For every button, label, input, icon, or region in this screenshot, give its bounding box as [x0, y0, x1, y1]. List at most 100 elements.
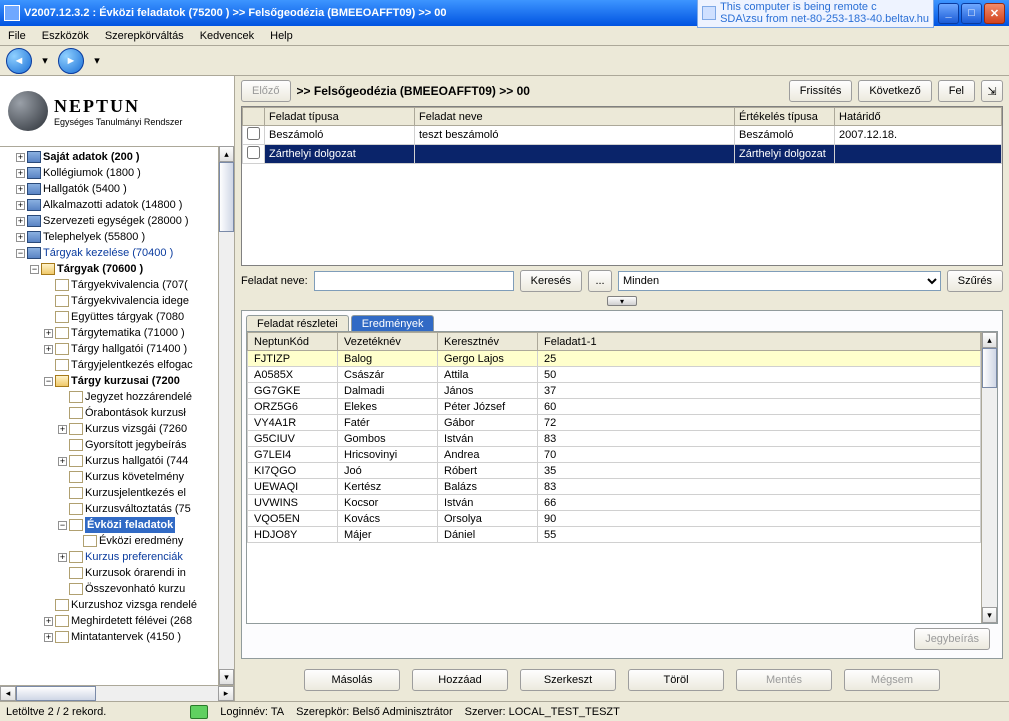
col-header[interactable]: Határidő [835, 108, 1002, 126]
expander-icon[interactable]: + [16, 169, 25, 178]
expander-icon[interactable]: − [58, 521, 67, 530]
cancel-button[interactable]: Mégsem [844, 669, 940, 691]
grade-entry-button[interactable]: Jegybeírás [914, 628, 990, 650]
scroll-up-icon[interactable]: ▴ [219, 146, 234, 162]
table-row[interactable]: ORZ5G6ElekesPéter József60 [248, 399, 981, 415]
expander-icon[interactable]: + [16, 233, 25, 242]
save-button[interactable]: Mentés [736, 669, 832, 691]
tab-results[interactable]: Eredmények [351, 315, 435, 332]
expander-icon[interactable]: + [44, 617, 53, 626]
table-row[interactable]: HDJO8YMájerDániel55 [248, 527, 981, 543]
maximize-button[interactable]: □ [961, 3, 982, 24]
table-row[interactable]: Beszámoló teszt beszámoló Beszámoló 2007… [243, 126, 1002, 145]
expander-icon[interactable]: − [44, 377, 53, 386]
tree-item[interactable]: Alkalmazotti adatok (14800 ) [43, 197, 182, 213]
prev-button[interactable]: Előző [241, 80, 291, 102]
tree-item[interactable]: Kurzushoz vizsga rendelé [71, 597, 197, 613]
back-dropdown[interactable]: ▾ [40, 54, 50, 67]
table-row[interactable]: G7LEI4HricsovinyiAndrea70 [248, 447, 981, 463]
next-button[interactable]: Következő [858, 80, 931, 102]
expander-icon[interactable]: + [16, 201, 25, 210]
expander-icon[interactable]: + [58, 457, 67, 466]
scroll-down-icon[interactable]: ▾ [219, 669, 234, 685]
tree-item[interactable]: Kollégiumok (1800 ) [43, 165, 141, 181]
search-button[interactable]: Keresés [520, 270, 582, 292]
table-row[interactable]: KI7QGOJoóRóbert35 [248, 463, 981, 479]
tree-item[interactable]: Hallgatók (5400 ) [43, 181, 127, 197]
table-row-selected[interactable]: Zárthelyi dolgozat Zárthelyi dolgozat [243, 145, 1002, 164]
scroll-thumb[interactable] [219, 162, 234, 232]
results-vscrollbar[interactable]: ▴ ▾ [981, 332, 997, 623]
nav-tree[interactable]: + Saját adatok (200 ) + Kollégiumok (1800 … [0, 146, 218, 685]
tree-item[interactable]: Jegyzet hozzárendelé [85, 389, 192, 405]
col-checkbox[interactable] [243, 108, 265, 126]
col-header[interactable]: Értékelés típusa [735, 108, 835, 126]
menu-tools[interactable]: Eszközök [38, 28, 93, 44]
expander-icon[interactable]: + [44, 329, 53, 338]
forward-button[interactable]: ► [58, 48, 84, 74]
tree-item[interactable]: Saját adatok (200 ) [43, 149, 140, 165]
table-row[interactable]: GG7GKEDalmadiJános37 [248, 383, 981, 399]
tree-item[interactable]: Évközi eredmény [99, 533, 183, 549]
tree-item[interactable]: Tárgy hallgatói (71400 ) [71, 341, 187, 357]
tree-item[interactable]: Tárgyak kezelése (70400 ) [43, 245, 173, 261]
tree-item[interactable]: Kurzus követelmény [85, 469, 184, 485]
table-row[interactable]: VY4A1RFatérGábor72 [248, 415, 981, 431]
expander-icon[interactable]: − [30, 265, 39, 274]
table-row[interactable]: VQO5ENKovácsOrsolya90 [248, 511, 981, 527]
tree-item[interactable]: Kurzus preferenciák [85, 549, 183, 565]
scroll-right-icon[interactable]: ▸ [218, 686, 234, 701]
scroll-thumb[interactable] [16, 686, 96, 701]
expander-icon[interactable]: + [16, 185, 25, 194]
tree-item[interactable]: Gyorsított jegybeírás [85, 437, 187, 453]
expander-icon[interactable]: + [16, 217, 25, 226]
table-row[interactable]: G5CIUVGombosIstván83 [248, 431, 981, 447]
expander-icon[interactable]: + [44, 633, 53, 642]
col-header[interactable]: Vezetéknév [338, 333, 438, 351]
table-row[interactable]: A0585XCsászárAttila50 [248, 367, 981, 383]
expander-icon[interactable]: + [44, 345, 53, 354]
splitter-handle[interactable]: ▾ [607, 296, 637, 306]
tree-item[interactable]: Tárgyjelentkezés elfogac [71, 357, 193, 373]
back-button[interactable]: ◄ [6, 48, 32, 74]
expander-icon[interactable]: + [58, 425, 67, 434]
tree-hscrollbar[interactable]: ◂ ▸ [0, 685, 234, 701]
col-header[interactable]: Keresztnév [438, 333, 538, 351]
menu-role[interactable]: Szerepkörváltás [101, 28, 188, 44]
edit-button[interactable]: Szerkeszt [520, 669, 616, 691]
search-input[interactable] [314, 271, 514, 291]
tree-item[interactable]: Kurzusjelentkezés el [85, 485, 186, 501]
search-more-button[interactable]: ... [588, 270, 612, 292]
up-button[interactable]: Fel [938, 80, 975, 102]
results-table[interactable]: NeptunKód Vezetéknév Keresztnév Feladat1… [247, 332, 981, 623]
delete-button[interactable]: Töröl [628, 669, 724, 691]
col-header[interactable]: NeptunKód [248, 333, 338, 351]
tree-item[interactable]: Tárgyekvivalencia idege [71, 293, 189, 309]
expander-icon[interactable]: − [16, 249, 25, 258]
refresh-button[interactable]: Frissítés [789, 80, 853, 102]
menu-favorites[interactable]: Kedvencek [196, 28, 258, 44]
tree-item[interactable]: Tárgyak (70600 ) [57, 261, 143, 277]
scroll-thumb[interactable] [982, 348, 997, 388]
expander-icon[interactable]: + [16, 153, 25, 162]
row-checkbox[interactable] [247, 127, 260, 140]
tree-item[interactable]: Telephelyek (55800 ) [43, 229, 145, 245]
tree-item[interactable]: Kurzusváltoztatás (75 [85, 501, 191, 517]
tree-item[interactable]: Kurzus hallgatói (744 [85, 453, 188, 469]
tree-item[interactable]: Meghirdetett félévei (268 [71, 613, 192, 629]
row-checkbox[interactable] [247, 146, 260, 159]
tree-item[interactable]: Mintatantervek (4150 ) [71, 629, 181, 645]
table-row[interactable]: UEWAQIKertészBalázs83 [248, 479, 981, 495]
tab-details[interactable]: Feladat részletei [246, 315, 349, 332]
table-row[interactable]: FJTIZPBalogGergo Lajos25 [248, 351, 981, 367]
col-header[interactable]: Feladat típusa [265, 108, 415, 126]
tree-item-selected[interactable]: Évközi feladatok [85, 517, 175, 533]
expander-icon[interactable]: + [58, 553, 67, 562]
table-row[interactable]: UVWINSKocsorIstván66 [248, 495, 981, 511]
pin-button[interactable]: ⇲ [981, 80, 1003, 102]
col-header[interactable]: Feladat neve [415, 108, 735, 126]
filter-button[interactable]: Szűrés [947, 270, 1003, 292]
tree-item[interactable]: Szervezeti egységek (28000 ) [43, 213, 189, 229]
scroll-down-icon[interactable]: ▾ [982, 607, 997, 623]
filter-select[interactable]: Minden [618, 271, 941, 291]
